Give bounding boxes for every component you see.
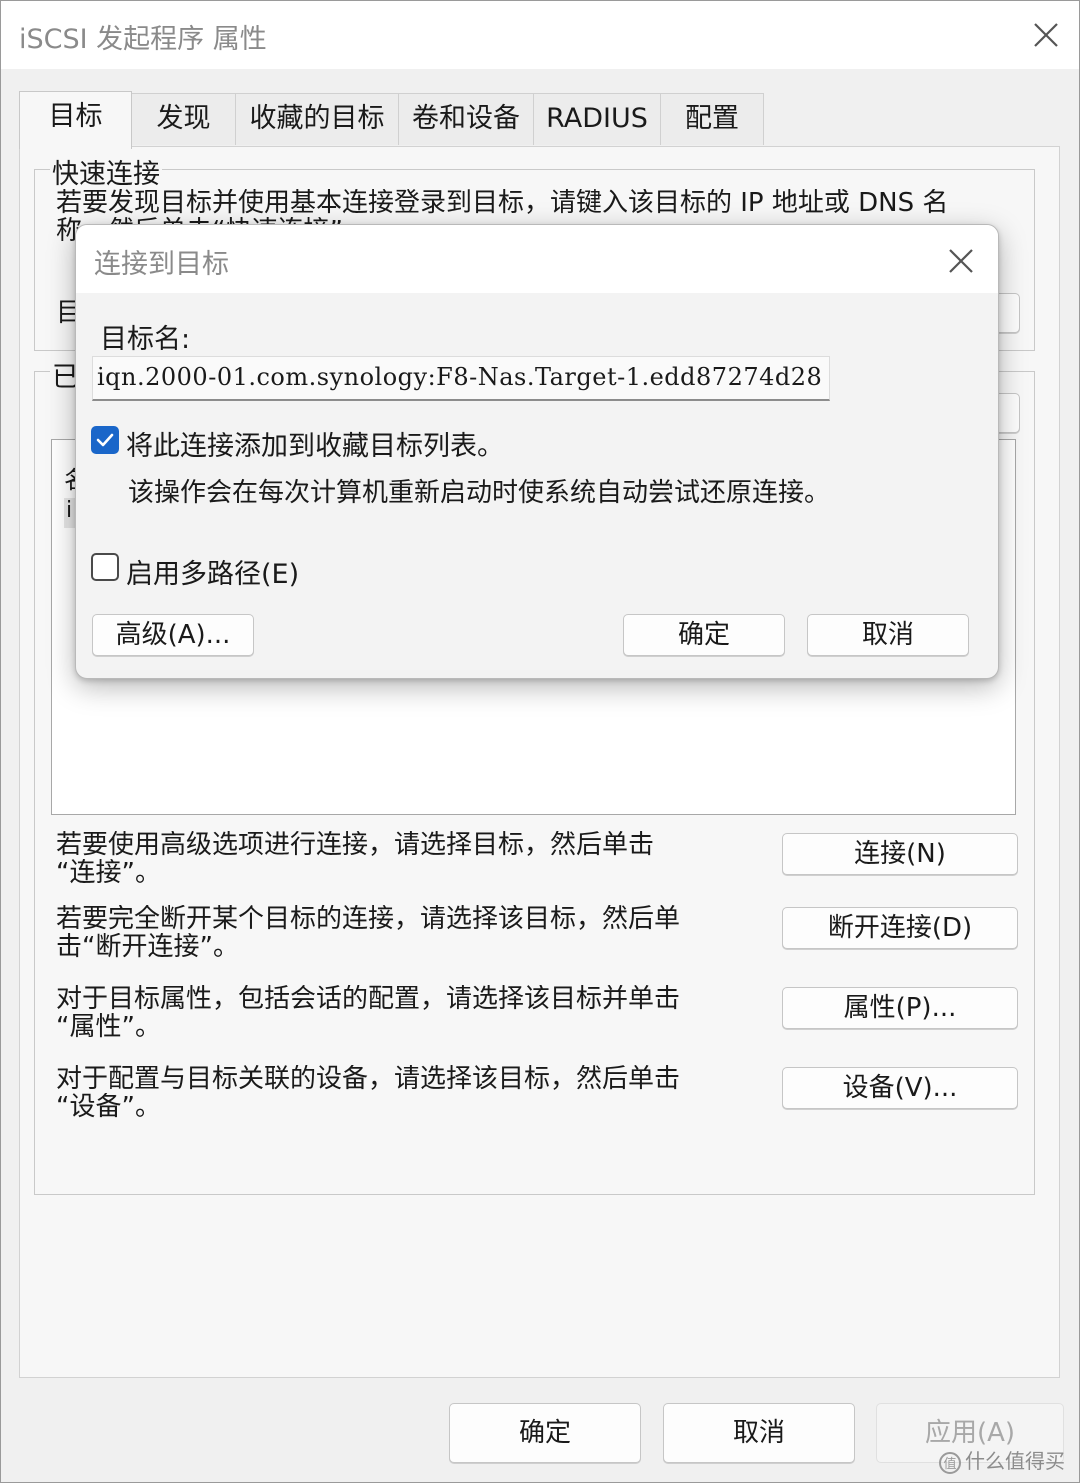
ok-button-label: 确定: [518, 1418, 571, 1448]
connect-description: 若要使用高级选项进行连接，请选择目标，然后单击: [56, 831, 655, 859]
quick-connect-description: 若要发现目标并使用基本连接登录到目标，请键入该目标的 IP 地址或 DNS 名: [56, 189, 949, 217]
connect-button-label: 连接(N): [854, 839, 946, 869]
multipath-checkbox[interactable]: [91, 553, 119, 581]
quick-connect-label: 快速连接: [50, 152, 162, 191]
disconnect-description-2: 击“断开连接”。: [56, 933, 239, 961]
tab-favorite-targets[interactable]: 收藏的目标: [235, 93, 399, 145]
devices-button[interactable]: 设备(V)...: [782, 1067, 1018, 1109]
apply-button-label: 应用(A): [924, 1418, 1016, 1448]
tab-label: 配置: [685, 103, 739, 134]
dialog-title: 连接到目标: [94, 249, 229, 280]
cancel-button-label: 取消: [732, 1418, 785, 1448]
dialog-close-icon[interactable]: [941, 241, 981, 281]
tab-label: 收藏的目标: [249, 103, 385, 134]
properties-button[interactable]: 属性(P)...: [782, 987, 1018, 1029]
favorite-checkbox[interactable]: [91, 426, 119, 454]
disconnect-button-label: 断开连接(D): [827, 913, 973, 943]
tab-targets[interactable]: 目标: [19, 91, 132, 149]
connect-button[interactable]: 连接(N): [782, 833, 1018, 875]
dialog-title-bar: 连接到目标: [76, 225, 998, 293]
devices-button-label: 设备(V)...: [842, 1073, 958, 1103]
properties-description: 对于目标属性，包括会话的配置，请选择该目标并单击: [56, 985, 681, 1013]
advanced-button-label: 高级(A)...: [115, 620, 231, 650]
tab-label: 发现: [156, 103, 211, 134]
advanced-button[interactable]: 高级(A)...: [92, 614, 254, 656]
dialog-ok-button[interactable]: 确定: [623, 614, 785, 656]
close-icon[interactable]: [1026, 15, 1066, 55]
disconnect-description: 若要完全断开某个目标的连接，请选择该目标，然后单: [56, 905, 681, 933]
multipath-checkbox-label[interactable]: 启用多路径(E): [126, 552, 299, 591]
tab-radius[interactable]: RADIUS: [533, 93, 661, 145]
dialog-cancel-button[interactable]: 取消: [807, 614, 969, 656]
devices-description: 对于配置与目标关联的设备，请选择该目标，然后单击: [56, 1065, 681, 1093]
tab-volumes-devices[interactable]: 卷和设备: [398, 93, 534, 145]
dialog-cancel-button-label: 取消: [861, 620, 914, 650]
target-name-label: 目标名:: [100, 324, 191, 355]
favorite-note: 该操作会在每次计算机重新启动时使系统自动尝试还原连接。: [128, 478, 831, 508]
iscsi-properties-window: iSCSI 发起程序 属性 目标 发现 收藏的目标 卷和设备 RADIUS 配置…: [0, 0, 1080, 1483]
tab-label: 目标: [48, 101, 103, 132]
properties-description-2: “属性”。: [56, 1013, 161, 1041]
properties-button-label: 属性(P)...: [843, 993, 957, 1023]
checkmark-icon: [96, 433, 114, 447]
devices-description-2: “设备”。: [56, 1093, 161, 1121]
dialog-ok-button-label: 确定: [677, 620, 730, 650]
target-name-field[interactable]: iqn.2000-01.com.synology:F8-Nas.Target-1…: [92, 356, 830, 401]
title-bar: iSCSI 发起程序 属性: [1, 1, 1079, 69]
disconnect-button[interactable]: 断开连接(D): [782, 907, 1018, 949]
ok-button[interactable]: 确定: [449, 1403, 641, 1463]
favorite-checkbox-label[interactable]: 将此连接添加到收藏目标列表。: [126, 424, 504, 463]
window-title: iSCSI 发起程序 属性: [19, 24, 267, 55]
connect-to-target-dialog: 连接到目标 目标名: iqn.2000-01.com.synology:F8-N…: [75, 224, 999, 679]
connect-description-2: “连接”。: [56, 859, 161, 887]
tab-discovery[interactable]: 发现: [131, 93, 236, 145]
tab-label: RADIUS: [546, 103, 648, 134]
cancel-button[interactable]: 取消: [663, 1403, 855, 1463]
tab-label: 卷和设备: [412, 103, 520, 134]
watermark-text: 什么值得买: [965, 1449, 1065, 1473]
watermark-logo-icon: 值: [939, 1451, 961, 1474]
watermark: 值什么值得买: [939, 1445, 1065, 1474]
tab-configuration[interactable]: 配置: [660, 93, 764, 145]
